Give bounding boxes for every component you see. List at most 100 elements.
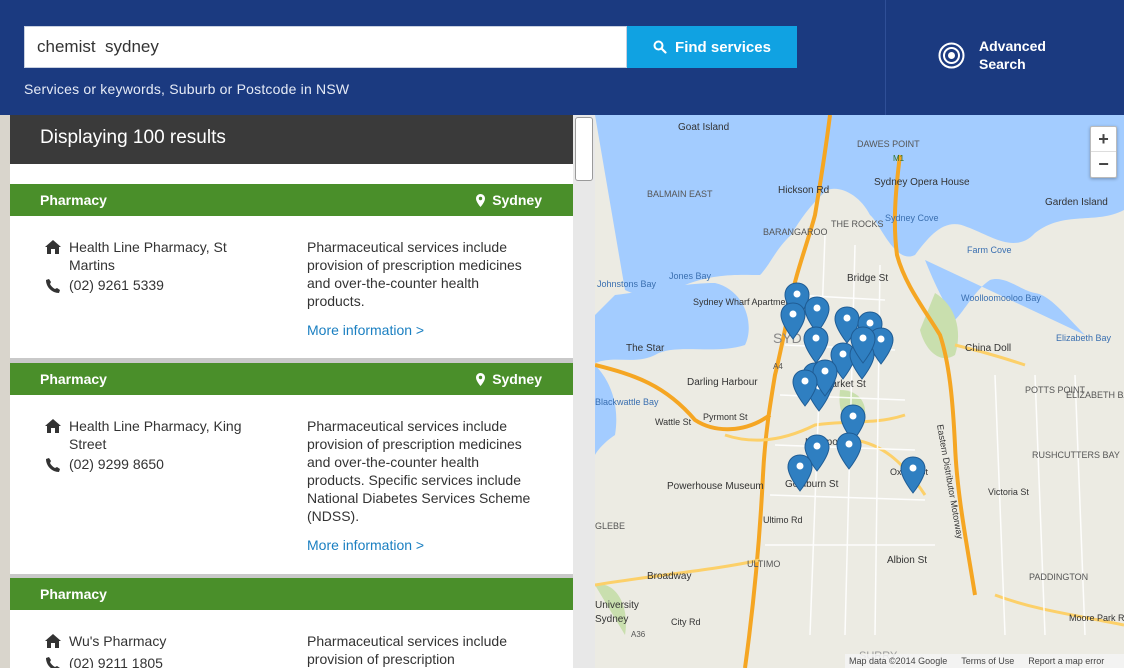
bay-water — [595, 283, 749, 363]
home-icon — [45, 417, 61, 435]
map-label: Goat Island — [678, 122, 729, 133]
service-description: Pharmaceutical services include provisio… — [307, 633, 507, 667]
map-marker-dot — [789, 310, 797, 318]
blackwattle-water — [595, 365, 617, 455]
map-label: Hickson Rd — [778, 185, 829, 196]
more-information-link[interactable]: More information > — [307, 322, 424, 338]
phone-icon — [45, 277, 61, 295]
map[interactable]: Goat Island DAWES POINT M1 Sydney Opera … — [595, 115, 1124, 668]
map-data-credit: Map data ©2014 Google — [849, 656, 948, 666]
map-pin-icon — [476, 193, 486, 207]
category-bar: Pharmacy Sydney — [10, 184, 573, 216]
service-name[interactable]: Health Line Pharmacy, King Street — [69, 417, 259, 453]
service-description: Pharmaceutical services include provisio… — [307, 239, 522, 309]
search-hint: Services or keywords, Suburb or Postcode… — [24, 81, 350, 97]
map-label: Farm Cove — [967, 245, 1012, 255]
map-marker-dot — [812, 334, 820, 342]
name-row: Wu's Pharmacy — [45, 632, 259, 650]
advanced-search-line2: Search — [979, 56, 1026, 72]
map-canvas[interactable]: Goat Island DAWES POINT M1 Sydney Opera … — [595, 115, 1124, 668]
map-label: Darling Harbour — [687, 377, 758, 388]
map-label: DAWES POINT — [857, 139, 920, 149]
map-label: Sydney Opera House — [874, 177, 970, 188]
phone-row: (02) 9299 8650 — [45, 456, 164, 474]
map-label: Broadway — [647, 571, 691, 582]
map-label: Victoria St — [988, 487, 1029, 497]
zoom-in-button[interactable]: + — [1091, 127, 1116, 152]
results-panel: Displaying 100 results Pharmacy Sydney H… — [0, 115, 595, 668]
list-item: Pharmacy Sydney Health Line Pharmacy, Ki… — [10, 363, 573, 575]
map-label: Bridge St — [847, 273, 888, 284]
more-information-link[interactable]: More information > — [307, 537, 424, 553]
phone-row: (02) 9211 1805 — [45, 655, 163, 668]
search-input[interactable] — [25, 27, 626, 67]
target-icon — [938, 42, 965, 68]
map-marker-dot — [801, 377, 809, 385]
map-label: BALMAIN EAST — [647, 189, 713, 199]
map-label: Sydney Wharf Apartments — [693, 297, 798, 307]
map-label: Powerhouse Museum — [667, 481, 764, 492]
service-description: Pharmaceutical services include provisio… — [307, 418, 531, 524]
map-label: Wattle St — [655, 417, 692, 427]
map-marker-dot — [909, 464, 917, 472]
map-marker-dot — [793, 290, 801, 298]
name-row: Health Line Pharmacy, King Street — [45, 417, 259, 453]
phone-number[interactable]: (02) 9299 8650 — [69, 456, 164, 472]
map-label: Johnstons Bay — [597, 279, 657, 289]
map-attribution: Map data ©2014 Google Terms of Use Repor… — [845, 654, 1124, 668]
results-scrollbar[interactable] — [573, 115, 595, 668]
map-label: Garden Island — [1045, 197, 1108, 208]
map-label: Moore Park Rd — [1069, 613, 1124, 623]
zoom-control[interactable]: + − — [1090, 126, 1117, 178]
zoom-out-button[interactable]: − — [1091, 152, 1116, 177]
map-label: THE ROCKS — [831, 219, 884, 229]
map-marker[interactable] — [836, 432, 862, 470]
map-label: ELIZABETH BAY — [1066, 390, 1124, 400]
scrollbar-thumb[interactable] — [575, 117, 593, 181]
name-row: Health Line Pharmacy, St Martins — [45, 238, 259, 274]
map-marker-dot — [877, 335, 885, 343]
location-tag[interactable]: Sydney — [476, 192, 542, 208]
site-header: Find services Services or keywords, Subu… — [0, 0, 1124, 115]
map-marker-dot — [845, 440, 853, 448]
service-name[interactable]: Health Line Pharmacy, St Martins — [69, 238, 259, 274]
phone-row: (02) 9261 5339 — [45, 277, 164, 295]
phone-icon — [45, 456, 61, 474]
map-marker-dot — [843, 314, 851, 322]
map-marker-dot — [821, 367, 829, 375]
terms-of-use-link[interactable]: Terms of Use — [961, 656, 1014, 666]
map-marker-dot — [849, 412, 857, 420]
map-marker-dot — [813, 304, 821, 312]
location-label: Sydney — [492, 192, 542, 208]
map-label: China Doll — [965, 343, 1011, 354]
advanced-search-label: Advanced Search — [979, 37, 1059, 73]
phone-number[interactable]: (02) 9211 1805 — [69, 655, 163, 668]
find-services-button[interactable]: Find services — [627, 26, 797, 68]
report-map-error-link[interactable]: Report a map error — [1028, 656, 1104, 666]
map-marker-dot — [796, 462, 804, 470]
location-label: Sydney — [492, 371, 542, 387]
find-services-label: Find services — [675, 38, 771, 56]
advanced-search-link[interactable]: Advanced Search — [938, 37, 1059, 73]
category-label: Pharmacy — [40, 371, 107, 387]
map-label: Albion St — [887, 555, 927, 566]
header-divider — [885, 0, 886, 115]
map-label: A36 — [631, 630, 646, 639]
service-name[interactable]: Wu's Pharmacy — [69, 632, 259, 650]
search-box[interactable] — [24, 26, 627, 68]
map-label: Elizabeth Bay — [1056, 333, 1112, 343]
map-label: The Star — [626, 343, 665, 354]
results-list[interactable]: Pharmacy Sydney Health Line Pharmacy, St… — [10, 164, 573, 668]
map-label: RUSHCUTTERS BAY — [1032, 450, 1120, 460]
map-label: Ultimo Rd — [763, 515, 803, 525]
home-icon — [45, 238, 61, 256]
category-label: Pharmacy — [40, 192, 107, 208]
location-tag[interactable]: Sydney — [476, 371, 542, 387]
phone-number[interactable]: (02) 9261 5339 — [69, 277, 164, 293]
map-marker-dot — [813, 442, 821, 450]
search-icon — [653, 40, 667, 54]
map-label: Jones Bay — [669, 271, 712, 281]
map-label: Sydney Cove — [885, 213, 939, 223]
advanced-search-line1: Advanced — [979, 38, 1046, 54]
map-marker[interactable] — [803, 326, 829, 364]
